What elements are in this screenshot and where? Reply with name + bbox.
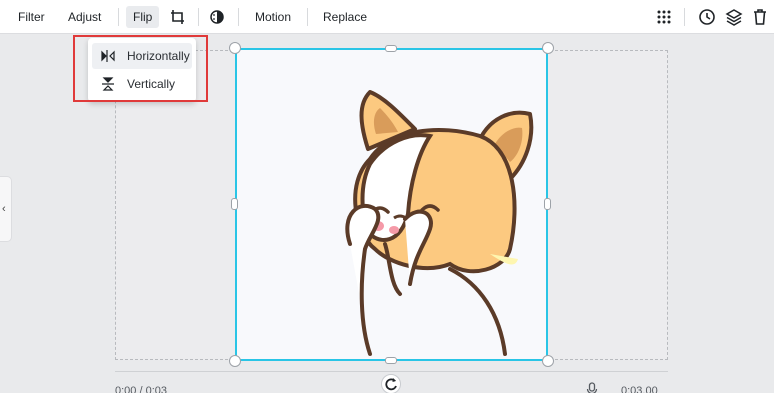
flip-button[interactable]: Flip xyxy=(126,6,160,28)
layers-icon[interactable] xyxy=(725,8,743,26)
side-panel-toggle[interactable]: ‹ xyxy=(0,176,12,242)
microphone-icon[interactable] xyxy=(585,382,599,393)
end-time-text: 0:03.00 xyxy=(621,385,658,393)
grid-icon[interactable] xyxy=(655,8,673,26)
annotation-highlight-box xyxy=(73,35,208,102)
resize-handle-top-right[interactable] xyxy=(542,42,554,54)
trash-icon[interactable] xyxy=(751,8,769,26)
resize-handle-bottom[interactable] xyxy=(385,357,397,364)
timeline-track[interactable] xyxy=(115,371,668,372)
toolbar-divider xyxy=(307,8,308,26)
current-time-text: 0:00 / 0:03 xyxy=(115,385,167,393)
replace-button[interactable]: Replace xyxy=(319,6,371,28)
adjust-button[interactable]: Adjust xyxy=(64,6,105,28)
corgi-sticker-image xyxy=(345,90,534,356)
history-icon[interactable] xyxy=(698,8,716,26)
image-toolbar: Filter Adjust Flip Motion Replace xyxy=(0,0,774,34)
resize-handle-bottom-left[interactable] xyxy=(229,355,241,367)
toolbar-divider xyxy=(118,8,119,26)
resize-handle-top[interactable] xyxy=(385,45,397,52)
toolbar-divider xyxy=(238,8,239,26)
rotate-icon xyxy=(385,378,397,391)
resize-handle-right[interactable] xyxy=(544,198,551,210)
toolbar-divider xyxy=(684,8,685,26)
transparency-icon[interactable] xyxy=(208,8,226,26)
resize-handle-top-left[interactable] xyxy=(229,42,241,54)
toolbar-divider xyxy=(198,8,199,26)
crop-icon[interactable] xyxy=(169,8,187,26)
filter-button[interactable]: Filter xyxy=(14,6,49,28)
rotate-handle[interactable] xyxy=(381,374,401,393)
resize-handle-left[interactable] xyxy=(231,198,238,210)
resize-handle-bottom-right[interactable] xyxy=(542,355,554,367)
motion-button[interactable]: Motion xyxy=(251,6,295,28)
chevron-left-icon: ‹ xyxy=(2,203,6,215)
